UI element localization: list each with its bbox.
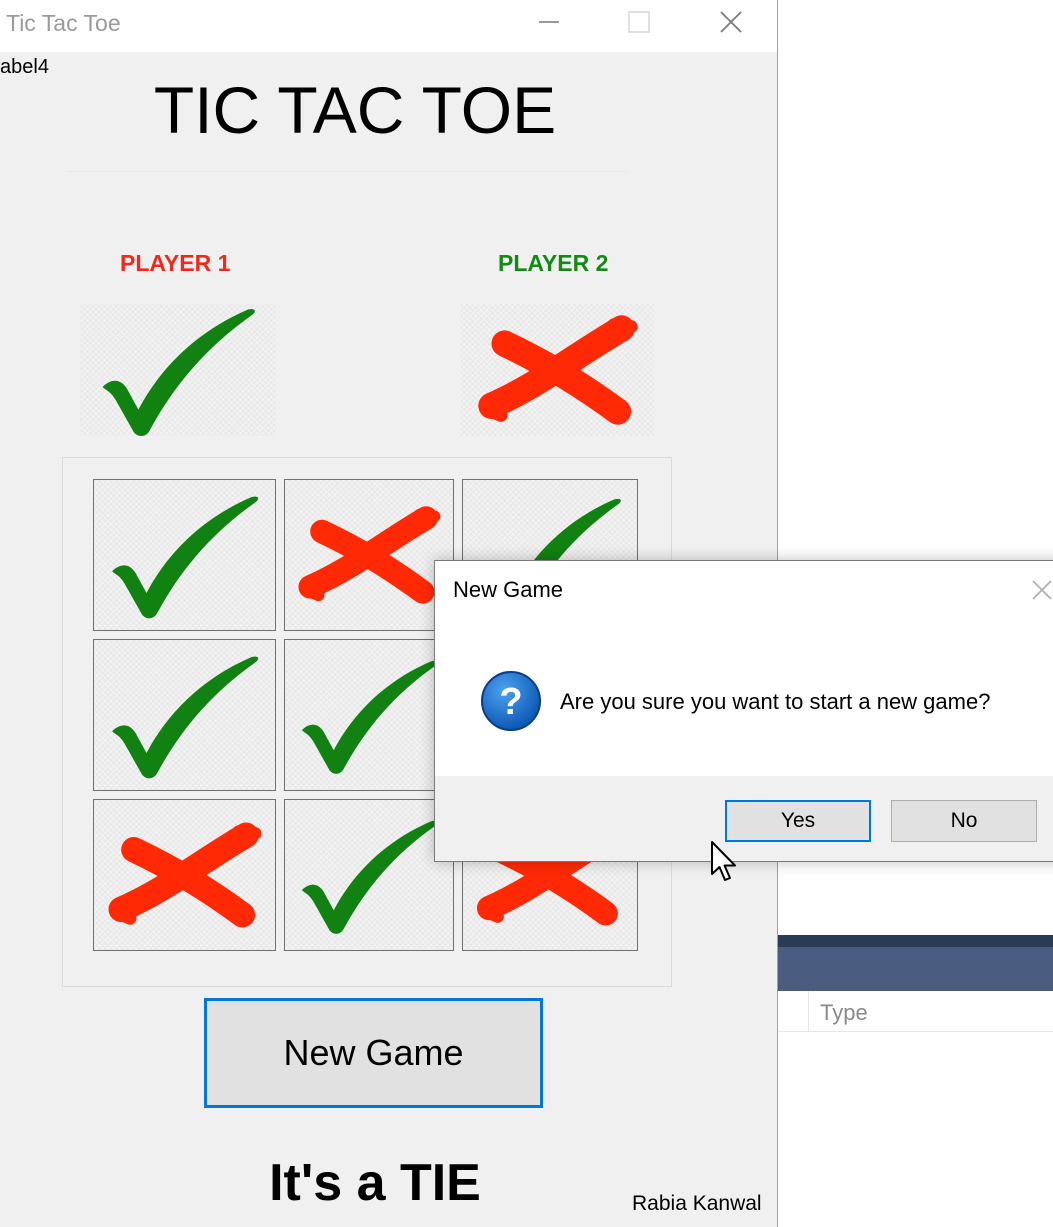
check-mark-icon: [112, 656, 259, 779]
board-cell-r2c1[interactable]: [93, 639, 276, 791]
window-titlebar[interactable]: Tic Tac Toe: [0, 0, 777, 52]
board-cell-r3c1[interactable]: [93, 799, 276, 951]
dialog-button-bar: Yes No: [435, 776, 1053, 861]
result-text: It's a TIE: [269, 1154, 481, 1212]
column-divider: [808, 991, 809, 1031]
dialog-title: New Game: [453, 577, 564, 602]
board-cell-r2c2[interactable]: [284, 639, 454, 791]
author-label: Rabia Kanwal: [632, 1192, 762, 1215]
close-icon: [720, 11, 742, 33]
cross-mark-icon: [108, 822, 262, 928]
board-cell-r1c2[interactable]: [284, 479, 454, 631]
new-game-dialog: New Game ? Are you sure you want to star…: [434, 560, 1053, 862]
background-column-header-row: Type: [778, 991, 1053, 1032]
player1-label: PLAYER 1: [120, 250, 231, 276]
check-mark-icon: [301, 820, 438, 934]
player2-symbol: [461, 304, 654, 436]
maximize-button[interactable]: [594, 0, 684, 44]
maximize-icon: [628, 11, 650, 33]
title-divider: [68, 171, 626, 172]
minimize-button[interactable]: [504, 0, 594, 44]
window-title: Tic Tac Toe: [6, 10, 121, 36]
question-icon: ?: [481, 671, 541, 731]
board-cell-r1c1[interactable]: [93, 479, 276, 631]
background-toolbar: [778, 947, 1053, 991]
yes-button[interactable]: Yes: [725, 800, 871, 842]
svg-text:?: ?: [499, 681, 522, 723]
dialog-message: Are you sure you want to start a new gam…: [560, 689, 991, 714]
player2-label: PLAYER 2: [498, 250, 609, 276]
label4-text: abel4: [0, 56, 49, 78]
mouse-cursor-icon: [711, 841, 736, 881]
column-header-type[interactable]: Type: [820, 1000, 868, 1026]
game-title: TIC TAC TOE: [153, 73, 557, 147]
background-toolbar-strip: [778, 935, 1053, 947]
player1-symbol: [80, 304, 276, 436]
cross-mark-icon: [298, 506, 441, 604]
no-button[interactable]: No: [891, 800, 1037, 842]
check-mark-icon: [301, 660, 438, 774]
check-mark-icon: [102, 309, 255, 436]
new-game-button[interactable]: New Game: [204, 998, 543, 1108]
minimize-icon: [539, 21, 559, 23]
close-button[interactable]: [686, 0, 776, 44]
check-mark-icon: [112, 496, 259, 619]
board-cell-r3c2[interactable]: [284, 799, 454, 951]
cross-mark-icon: [478, 315, 638, 425]
dialog-close-icon[interactable]: [1025, 573, 1053, 607]
